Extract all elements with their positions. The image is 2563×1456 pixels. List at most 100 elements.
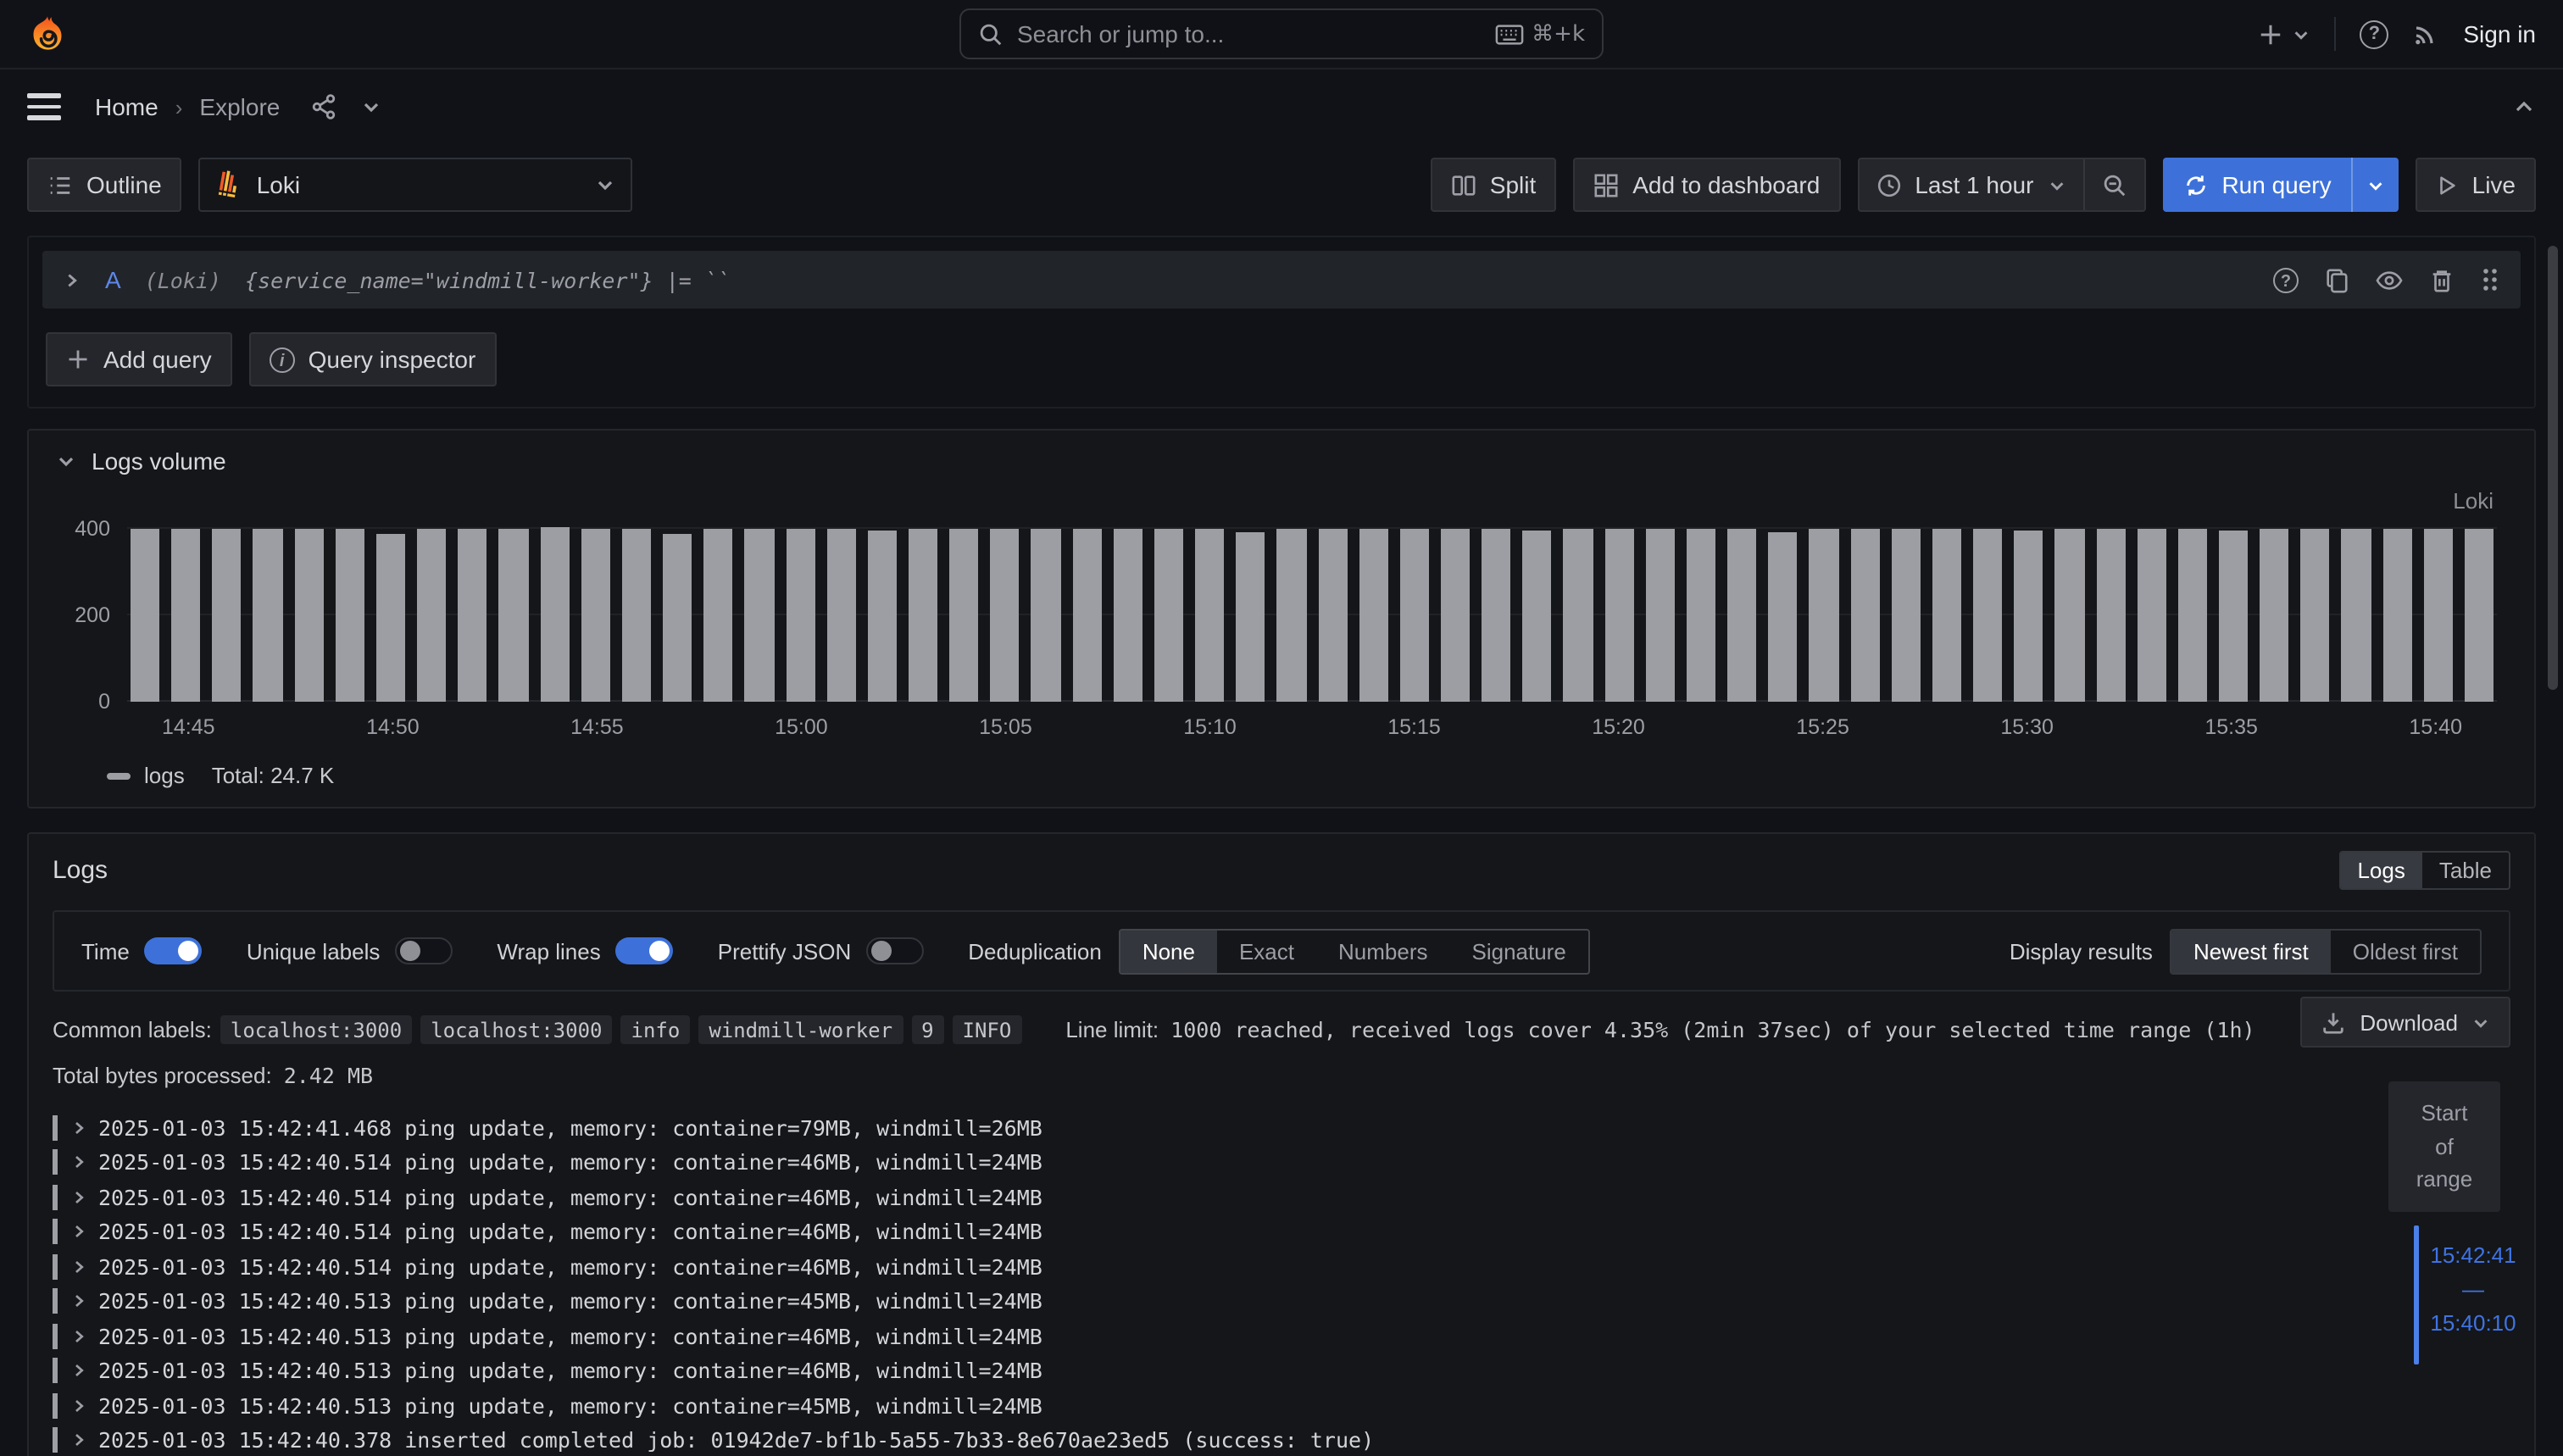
dedup-option-exact[interactable]: Exact	[1217, 930, 1316, 972]
split-button[interactable]: Split	[1431, 158, 1556, 212]
live-button[interactable]: Live	[2416, 158, 2536, 212]
expand-chevron-right-icon[interactable]	[71, 1259, 86, 1275]
log-row[interactable]: 2025-01-03 15:42:40.513 ping update, mem…	[53, 1353, 2510, 1388]
log-level-bar	[53, 1359, 58, 1384]
log-row[interactable]: 2025-01-03 15:42:40.514 ping update, mem…	[53, 1214, 2510, 1249]
news-rss-icon[interactable]	[2412, 20, 2439, 47]
start-of-range-text: range	[2395, 1163, 2494, 1196]
breadcrumb-home[interactable]: Home	[95, 93, 158, 120]
run-query-button[interactable]: Run query	[2162, 158, 2351, 212]
volume-bar	[1441, 529, 1470, 702]
share-icon[interactable]	[310, 93, 337, 120]
display-results-label: Display results	[2010, 938, 2153, 964]
volume-bar	[2178, 529, 2207, 702]
log-row[interactable]: 2025-01-03 15:42:40.514 ping update, mem…	[53, 1145, 2510, 1180]
volume-bar	[703, 529, 732, 702]
switch-group-unique-labels: Unique labels	[247, 937, 453, 964]
legend-series-name[interactable]: logs	[144, 763, 185, 788]
download-button[interactable]: Download	[2300, 997, 2510, 1048]
eye-icon[interactable]	[2375, 267, 2404, 292]
logs-panel: Logs LogsTable TimeUnique labelsWrap lin…	[27, 832, 2536, 1456]
topbar-divider	[2334, 17, 2336, 51]
log-row[interactable]: 2025-01-03 15:42:41.468 ping update, mem…	[53, 1110, 2510, 1145]
dedup-option-signature[interactable]: Signature	[1450, 930, 1588, 972]
query-row-a[interactable]: A (Loki) {service_name="windmill-worker"…	[42, 251, 2521, 308]
new-menu-button[interactable]	[2258, 21, 2310, 47]
x-tick-15-35: 15:35	[2204, 715, 2258, 739]
expand-chevron-right-icon[interactable]	[71, 1120, 86, 1136]
x-tick-15-00: 15:00	[775, 715, 828, 739]
log-level-bar	[53, 1115, 58, 1141]
query-help-icon[interactable]: ?	[2273, 267, 2299, 292]
help-icon[interactable]: ?	[2360, 19, 2388, 48]
time-range-button[interactable]: Last 1 hour	[1859, 159, 2082, 210]
volume-bar	[1318, 529, 1347, 702]
breadcrumb-explore[interactable]: Explore	[199, 93, 280, 120]
trash-icon[interactable]	[2429, 267, 2455, 292]
page-scrollbar[interactable]	[2548, 246, 2558, 690]
volume-bar	[2301, 529, 2330, 702]
sort-option-newest-first[interactable]: Newest first	[2171, 930, 2331, 972]
view-toggle-logs[interactable]: Logs	[2340, 853, 2421, 888]
x-tick-14-45: 14:45	[162, 715, 215, 739]
expand-chevron-right-icon[interactable]	[71, 1364, 86, 1379]
dedup-option-none[interactable]: None	[1120, 930, 1217, 972]
log-row[interactable]: 2025-01-03 15:42:40.378 inserted complet…	[53, 1423, 2510, 1456]
x-tick-15-05: 15:05	[979, 715, 1032, 739]
volume-bar	[826, 529, 855, 702]
sign-in-button[interactable]: Sign in	[2463, 20, 2536, 47]
volume-bar	[1727, 529, 1756, 702]
outline-button[interactable]: Outline	[27, 158, 182, 212]
switch-time[interactable]	[145, 937, 203, 964]
x-tick-15-15: 15:15	[1387, 715, 1441, 739]
run-query-dropdown[interactable]	[2352, 158, 2399, 212]
expand-chevron-right-icon[interactable]	[71, 1329, 86, 1344]
view-toggle-table[interactable]: Table	[2422, 853, 2509, 888]
logs-volume-header[interactable]: Logs volume	[49, 447, 2514, 475]
query-inspector-button[interactable]: i Query inspector	[249, 332, 497, 386]
collapse-chevron-up-icon[interactable]	[2512, 95, 2536, 119]
chevron-down-icon[interactable]	[361, 97, 381, 117]
search-input[interactable]: Search or jump to... ⌘+k	[959, 8, 1604, 59]
expand-chevron-right-icon[interactable]	[63, 270, 81, 289]
switch-unique-labels[interactable]	[395, 937, 453, 964]
chevron-down-icon	[2047, 175, 2065, 194]
switch-wrap-lines[interactable]	[616, 937, 674, 964]
log-row[interactable]: 2025-01-03 15:42:40.513 ping update, mem…	[53, 1388, 2510, 1423]
legend-total: Total: 24.7 K	[212, 763, 335, 788]
expand-chevron-right-icon[interactable]	[71, 1398, 86, 1414]
expand-chevron-right-icon[interactable]	[71, 1433, 86, 1448]
zoom-out-time-button[interactable]	[2082, 159, 2143, 210]
log-line-text: 2025-01-03 15:42:40.514 ping update, mem…	[98, 1254, 1042, 1280]
query-expression[interactable]: {service_name="windmill-worker"} |= ``	[245, 267, 730, 292]
log-row[interactable]: 2025-01-03 15:42:40.513 ping update, mem…	[53, 1319, 2510, 1353]
switch-prettify-json[interactable]	[866, 937, 924, 964]
run-query-button-group: Run query	[2162, 158, 2399, 212]
x-tick-15-40: 15:40	[2409, 715, 2462, 739]
dedup-option-numbers[interactable]: Numbers	[1316, 930, 1450, 972]
add-query-button[interactable]: Add query	[46, 332, 232, 386]
x-tick-14-50: 14:50	[366, 715, 420, 739]
log-row[interactable]: 2025-01-03 15:42:40.513 ping update, mem…	[53, 1284, 2510, 1319]
copy-icon[interactable]	[2324, 267, 2349, 292]
common-labels-label: Common labels:	[53, 1017, 212, 1042]
add-to-dashboard-button[interactable]: Add to dashboard	[1573, 158, 1840, 212]
volume-bar	[1072, 529, 1101, 702]
log-line-text: 2025-01-03 15:42:40.513 ping update, mem…	[98, 1289, 1042, 1314]
expand-chevron-right-icon[interactable]	[71, 1225, 86, 1240]
volume-bar	[1687, 529, 1715, 702]
datasource-picker[interactable]: Loki	[199, 158, 633, 212]
sort-option-oldest-first[interactable]: Oldest first	[2331, 930, 2480, 972]
log-level-bar	[53, 1428, 58, 1453]
log-row[interactable]: 2025-01-03 15:42:40.514 ping update, mem…	[53, 1249, 2510, 1284]
menu-toggle-icon[interactable]	[27, 94, 61, 120]
drag-handle-icon[interactable]	[2480, 266, 2500, 293]
volume-bar	[213, 529, 242, 702]
range-start-time: 15:40:10	[2422, 1307, 2524, 1341]
log-level-bar	[53, 1289, 58, 1314]
expand-chevron-right-icon[interactable]	[71, 1190, 86, 1205]
expand-chevron-right-icon[interactable]	[71, 1294, 86, 1309]
log-row[interactable]: 2025-01-03 15:42:40.514 ping update, mem…	[53, 1180, 2510, 1214]
grafana-logo[interactable]	[27, 14, 68, 54]
expand-chevron-right-icon[interactable]	[71, 1155, 86, 1170]
